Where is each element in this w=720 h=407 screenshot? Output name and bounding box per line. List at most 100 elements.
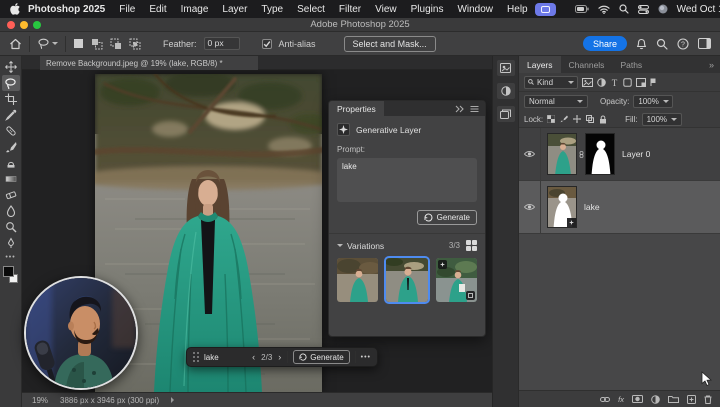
spotlight-search-icon[interactable]: [619, 4, 629, 14]
menu-item-plugins[interactable]: Plugins: [404, 4, 451, 15]
variation-expand-icon[interactable]: [466, 291, 475, 300]
delete-layer-icon[interactable]: [704, 395, 712, 404]
variation-thumbnail-2-selected[interactable]: [386, 258, 427, 302]
dock-adjustments-icon[interactable]: [497, 83, 515, 99]
help-icon[interactable]: ?: [677, 38, 689, 50]
previous-variation-icon[interactable]: ‹: [251, 352, 256, 362]
tab-paths[interactable]: Paths: [612, 56, 650, 73]
workspace-switcher-icon[interactable]: [698, 38, 711, 49]
menu-item-file[interactable]: File: [112, 4, 142, 15]
task-bar-generate-button[interactable]: Generate: [293, 350, 349, 364]
filter-pixel-layers-icon[interactable]: [582, 78, 593, 87]
lock-pixels-icon[interactable]: [560, 115, 568, 123]
grid-view-icon[interactable]: [466, 240, 477, 251]
lake-layer-thumbnail[interactable]: [547, 186, 577, 228]
visibility-eye-icon[interactable]: [519, 128, 541, 181]
variation-thumbnail-1[interactable]: [337, 258, 378, 302]
menu-item-edit[interactable]: Edit: [142, 4, 173, 15]
eyedropper-tool[interactable]: [2, 107, 20, 123]
healing-brush-tool[interactable]: [2, 123, 20, 139]
next-variation-icon[interactable]: ›: [277, 352, 282, 362]
variation-thumbnail-3[interactable]: [436, 258, 477, 302]
siri-icon[interactable]: [658, 4, 668, 14]
blur-tool[interactable]: [2, 203, 20, 219]
screen-recording-indicator[interactable]: [535, 3, 556, 16]
opacity-dropdown[interactable]: 100%: [633, 95, 673, 108]
link-layers-icon[interactable]: [600, 396, 610, 403]
fill-dropdown[interactable]: 100%: [642, 113, 682, 126]
generate-button[interactable]: Generate: [417, 210, 477, 225]
dodge-tool[interactable]: [2, 219, 20, 235]
foreground-color-swatch[interactable]: [3, 266, 14, 277]
menu-item-window[interactable]: Window: [450, 4, 500, 15]
filter-kind-dropdown[interactable]: Kind: [524, 76, 578, 89]
apple-menu-icon[interactable]: [10, 3, 21, 15]
crop-tool[interactable]: [2, 91, 20, 107]
dock-properties-icon[interactable]: [497, 60, 515, 76]
lock-all-icon[interactable]: [599, 115, 607, 124]
prompt-textarea[interactable]: lake: [337, 158, 477, 202]
menu-item-image[interactable]: Image: [174, 4, 216, 15]
new-layer-icon[interactable]: [687, 395, 696, 404]
menu-item-type[interactable]: Type: [254, 4, 290, 15]
layer0-mask-thumbnail[interactable]: [585, 133, 615, 175]
home-icon[interactable]: [9, 38, 22, 50]
color-swatches[interactable]: [2, 266, 20, 284]
task-bar-grip-icon[interactable]: [193, 352, 199, 362]
menu-item-filter[interactable]: Filter: [332, 4, 368, 15]
tab-properties[interactable]: Properties: [329, 101, 384, 116]
tab-layers[interactable]: Layers: [519, 56, 561, 73]
edit-toolbar-button[interactable]: •••: [2, 251, 20, 263]
intersect-selection-icon[interactable]: [129, 38, 141, 50]
menu-item-help[interactable]: Help: [500, 4, 535, 15]
filter-adjustment-layers-icon[interactable]: [597, 78, 606, 87]
add-to-selection-icon[interactable]: [91, 38, 103, 50]
menu-bar-clock[interactable]: Wed Oct 16 11:45 AM: [677, 4, 720, 15]
variations-disclosure-icon[interactable]: [337, 244, 343, 247]
battery-icon[interactable]: [575, 5, 589, 13]
document-tab[interactable]: Remove Background.jpeg @ 19% (lake, RGB/…: [40, 56, 258, 70]
filter-smart-objects-icon[interactable]: [636, 78, 646, 87]
lasso-tool[interactable]: [2, 75, 20, 91]
feather-input[interactable]: 0 px: [204, 37, 240, 50]
control-center-icon[interactable]: [638, 5, 649, 14]
clone-stamp-tool[interactable]: [2, 155, 20, 171]
menu-item-layer[interactable]: Layer: [215, 4, 254, 15]
lock-position-icon[interactable]: [573, 115, 581, 123]
gradient-tool[interactable]: [2, 171, 20, 187]
collapse-dock-icon[interactable]: »: [709, 60, 720, 70]
search-icon[interactable]: [656, 38, 668, 50]
panel-menu-icon[interactable]: [470, 105, 479, 113]
menu-item-select[interactable]: Select: [290, 4, 332, 15]
dock-libraries-icon[interactable]: [497, 106, 515, 122]
menu-item-photoshop[interactable]: Photoshop 2025: [21, 4, 112, 15]
lock-transparency-icon[interactable]: [547, 115, 555, 123]
move-tool[interactable]: [2, 59, 20, 75]
layer-name[interactable]: Layer 0: [622, 149, 650, 159]
mask-link-icon[interactable]: [577, 151, 585, 158]
lock-artboard-icon[interactable]: [586, 115, 594, 123]
select-and-mask-button[interactable]: Select and Mask...: [344, 36, 436, 52]
status-popup-arrow-icon[interactable]: [171, 397, 174, 403]
anti-alias-checkbox[interactable]: [262, 39, 272, 49]
blend-mode-dropdown[interactable]: Normal: [524, 95, 588, 108]
layer-row-lake[interactable]: lake: [519, 181, 720, 234]
share-button[interactable]: Share: [583, 36, 627, 51]
layer-name[interactable]: lake: [584, 202, 600, 212]
zoom-level[interactable]: 19%: [32, 396, 48, 405]
task-bar-more-icon[interactable]: •••: [361, 354, 371, 361]
pen-tool[interactable]: [2, 235, 20, 251]
eraser-tool[interactable]: [2, 187, 20, 203]
layer-row-layer0[interactable]: Layer 0: [519, 128, 720, 181]
filter-type-layers-icon[interactable]: T: [610, 78, 619, 87]
add-layer-mask-icon[interactable]: [632, 395, 643, 403]
layer-effects-icon[interactable]: fx: [618, 395, 624, 404]
layer0-thumbnail[interactable]: [547, 133, 577, 175]
task-bar-prompt-field[interactable]: lake: [204, 353, 246, 362]
variations-label[interactable]: Variations: [347, 241, 384, 251]
filter-shape-layers-icon[interactable]: [623, 78, 632, 87]
tab-channels[interactable]: Channels: [561, 56, 613, 73]
wifi-icon[interactable]: [598, 5, 610, 14]
subtract-from-selection-icon[interactable]: [110, 38, 122, 50]
notifications-bell-icon[interactable]: [636, 38, 647, 50]
